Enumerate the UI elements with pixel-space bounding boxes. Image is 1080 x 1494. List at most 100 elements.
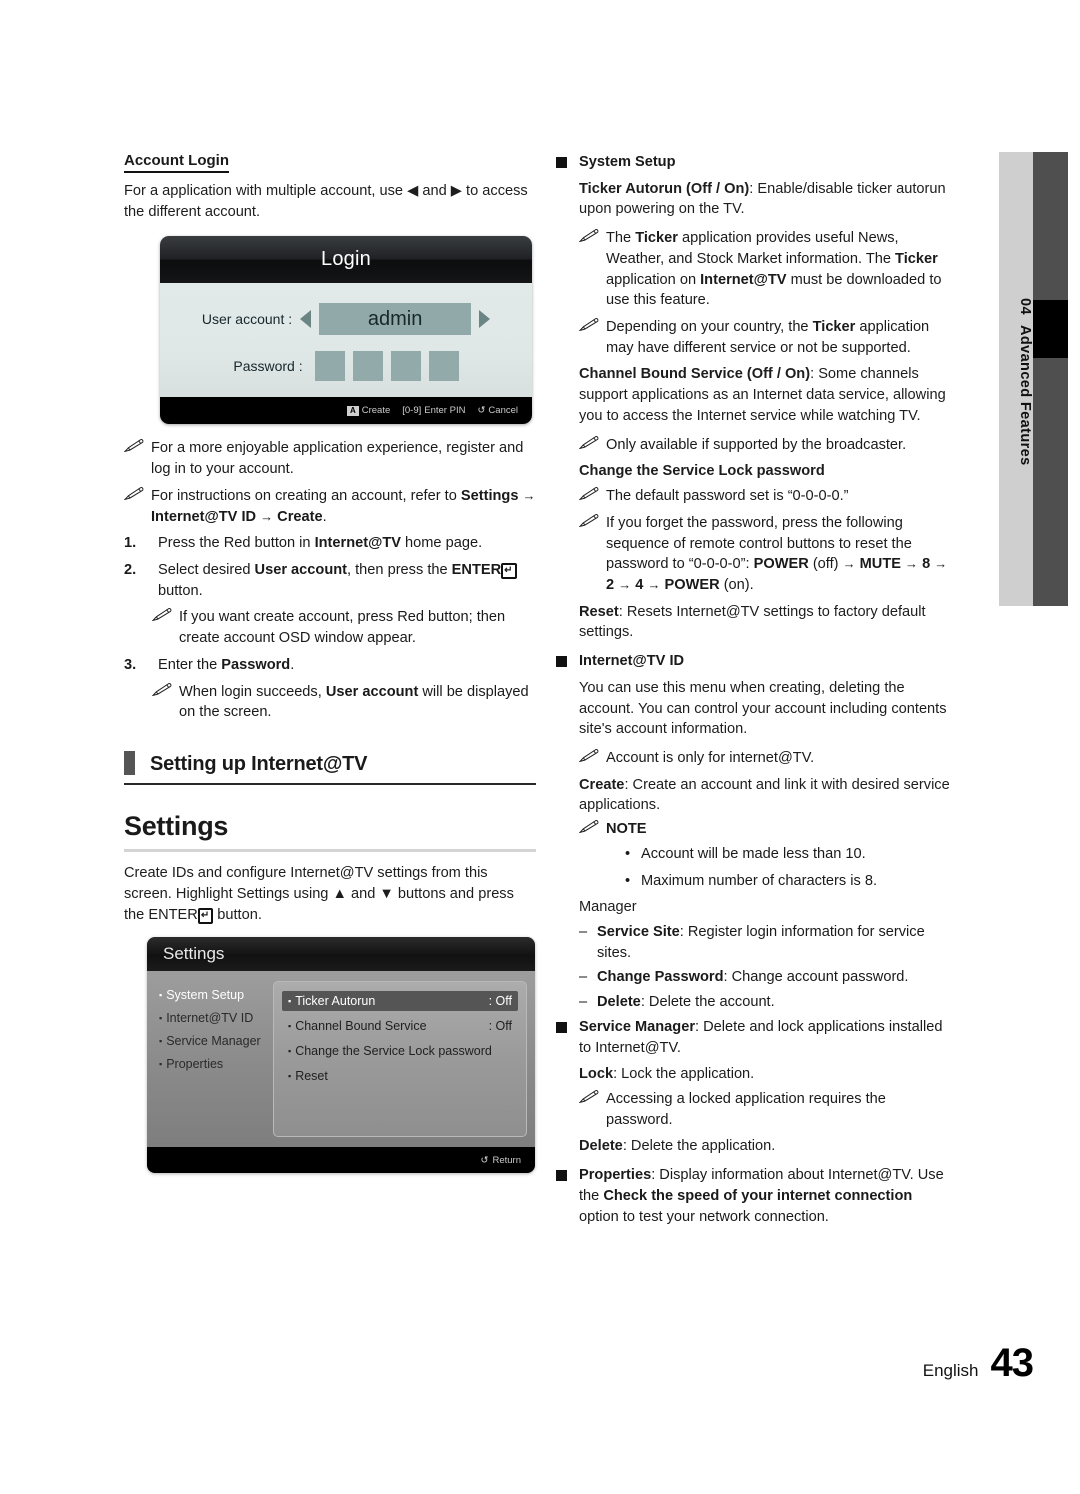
osd-panel-item-reset[interactable]: ▪ Reset <box>282 1066 518 1086</box>
manager-item-row: – Service Site: Register login informati… <box>579 922 956 963</box>
section-properties: Properties: Display information about In… <box>556 1165 956 1227</box>
note-bullet-text: Account will be made less than 10. <box>641 845 866 862</box>
user-account-row: User account : admin <box>160 297 532 341</box>
note-row: Accessing a locked application requires … <box>579 1089 956 1130</box>
password-box[interactable] <box>352 351 383 382</box>
section-heading-label: Setting up Internet@TV <box>150 753 368 776</box>
osd-menu-item-service-manager[interactable]: ▪ Service Manager <box>159 1034 269 1048</box>
pencil-note-icon <box>124 438 144 479</box>
osd-menu-label: Properties <box>166 1057 224 1072</box>
enter-key-icon: ↵ <box>197 907 214 924</box>
hint-enter-pin[interactable]: [0-9] Enter PIN <box>402 405 465 416</box>
password-box[interactable] <box>314 351 345 382</box>
note-text: If you want create account, press Red bu… <box>179 609 506 647</box>
pencil-note-icon <box>579 486 599 507</box>
hint-create[interactable]: A Create <box>346 405 390 416</box>
note-text: Depending on your country, the Ticker ap… <box>606 319 930 356</box>
note-row: When login succeeds, User account will b… <box>152 682 536 723</box>
note-text: The Ticker application provides useful N… <box>606 230 942 309</box>
section-heading-label: System Setup <box>579 154 676 170</box>
side-tab: 04 Advanced Features <box>999 152 1033 606</box>
ticker-autorun-desc: Ticker Autorun (Off / On): Enable/disabl… <box>579 180 946 218</box>
hint-enter-pin-label: Enter PIN <box>424 405 466 417</box>
step-text: Press the Red button in Internet@TV home… <box>158 535 483 552</box>
note-row: For instructions on creating an account,… <box>124 486 536 527</box>
osd-menu-item-system-setup[interactable]: ▪ System Setup <box>159 988 269 1002</box>
password-row: Password : <box>160 351 532 382</box>
internet-tv-id-desc: You can use this menu when creating, del… <box>579 679 947 738</box>
step-text: Select desired User account, then press … <box>158 560 536 601</box>
pencil-note-icon <box>579 317 599 358</box>
manager-item-text: Service Site: Register login information… <box>597 924 925 961</box>
settings-osd-footer: ↺ Return <box>147 1147 535 1174</box>
osd-menu-item-internet-tv-id[interactable]: ▪ Internet@TV ID <box>159 1011 269 1025</box>
return-arrow-icon: ↺ <box>477 405 486 417</box>
square-bullet-icon <box>556 1017 567 1058</box>
note-text: If you forget the password, press the fo… <box>606 514 948 593</box>
manager-heading: Manager <box>579 899 637 916</box>
bullet-icon: ▪ <box>159 990 163 1001</box>
manager-item-row: – Change Password: Change account passwo… <box>579 967 956 988</box>
note-bullet-row: • Maximum number of characters is 8. <box>625 871 956 892</box>
osd-panel-item-value: : Off <box>488 994 512 1009</box>
osd-menu-item-properties[interactable]: ▪ Properties <box>159 1057 269 1071</box>
return-arrow-icon: ↺ <box>480 1154 489 1166</box>
side-tab-index-marker <box>1033 300 1068 358</box>
osd-panel-item-label: ▪ Channel Bound Service <box>288 1019 427 1034</box>
left-arrow-icon[interactable] <box>300 310 312 329</box>
pencil-note-icon <box>579 513 599 596</box>
bullet-icon: ▪ <box>159 1036 163 1047</box>
note-text: The default password set is “0-0-0-0.” <box>606 488 849 505</box>
hint-return[interactable]: ↺ Return <box>481 1155 521 1166</box>
osd-panel-item-value: : Off <box>488 1019 512 1034</box>
note-text: When login succeeds, User account will b… <box>179 683 529 721</box>
note-text: For a more enjoyable application experie… <box>151 440 524 478</box>
password-box[interactable] <box>390 351 421 382</box>
dash-bullet-icon: – <box>579 924 588 940</box>
user-account-value[interactable]: admin <box>319 303 472 336</box>
pencil-note-icon <box>124 486 144 527</box>
note-label: NOTE <box>606 821 647 838</box>
osd-panel-item-channel-bound-service[interactable]: ▪ Channel Bound Service : Off <box>282 1016 518 1036</box>
osd-menu-label: Service Manager <box>166 1034 261 1049</box>
note-row: NOTE <box>579 819 956 840</box>
step-row: 2. Select desired User account, then pre… <box>124 560 536 601</box>
left-column: Account Login For a application with mul… <box>124 152 536 1174</box>
manager-item-row: – Delete: Delete the account. <box>579 992 956 1013</box>
dot-bullet-icon: • <box>625 872 631 889</box>
page-footer: English 43 <box>923 1341 1034 1386</box>
numeric-key-icon: [0-9] <box>402 405 422 417</box>
step-text: Enter the Password. <box>158 656 295 673</box>
section-internet-tv-id: Internet@TV ID <box>556 651 956 672</box>
osd-menu-label: Internet@TV ID <box>166 1011 254 1026</box>
settings-osd-panel: ▪ Ticker Autorun : Off ▪ Channel Bound Ser… <box>273 981 527 1138</box>
right-arrow-icon[interactable] <box>479 310 491 329</box>
square-bullet-icon <box>556 1165 567 1227</box>
note-row: If you forget the password, press the fo… <box>579 513 956 596</box>
login-osd-screenshot: Login User account : admin Password : A … <box>160 236 532 425</box>
login-osd-title: Login <box>160 236 532 284</box>
osd-panel-item-ticker-autorun[interactable]: ▪ Ticker Autorun : Off <box>282 991 518 1012</box>
internet-tv-id-body: You can use this menu when creating, del… <box>579 678 956 1013</box>
delete-desc: Delete: Delete the application. <box>579 1138 776 1155</box>
right-column: System Setup Ticker Autorun (Off / On): … <box>556 152 956 1233</box>
section-marker <box>124 751 135 776</box>
osd-panel-item-label: ▪ Ticker Autorun <box>288 994 376 1009</box>
note-row: If you want create account, press Red bu… <box>152 607 536 648</box>
pencil-note-icon <box>579 748 599 769</box>
note-row: Only available if supported by the broad… <box>579 435 956 456</box>
note-text: Account is only for internet@TV. <box>606 749 815 766</box>
service-manager-body: Lock: Lock the application. Accessing a … <box>579 1064 956 1157</box>
lock-desc: Lock: Lock the application. <box>579 1066 755 1083</box>
login-osd-body: User account : admin Password : <box>160 283 532 398</box>
section-service-manager: Service Manager: Delete and lock applica… <box>556 1017 956 1058</box>
note-row: The Ticker application provides useful N… <box>579 228 956 311</box>
note-bullet-text: Maximum number of characters is 8. <box>641 872 878 889</box>
dot-bullet-icon: • <box>625 845 631 862</box>
section-heading-label: Properties: Display information about In… <box>579 1167 944 1225</box>
osd-panel-item-change-service-lock-password[interactable]: ▪ Change the Service Lock password <box>282 1041 518 1061</box>
red-button-key-icon: A <box>346 405 359 416</box>
hint-cancel[interactable]: ↺ Cancel <box>477 405 518 416</box>
step-number: 3. <box>124 656 137 673</box>
password-box[interactable] <box>428 351 459 382</box>
